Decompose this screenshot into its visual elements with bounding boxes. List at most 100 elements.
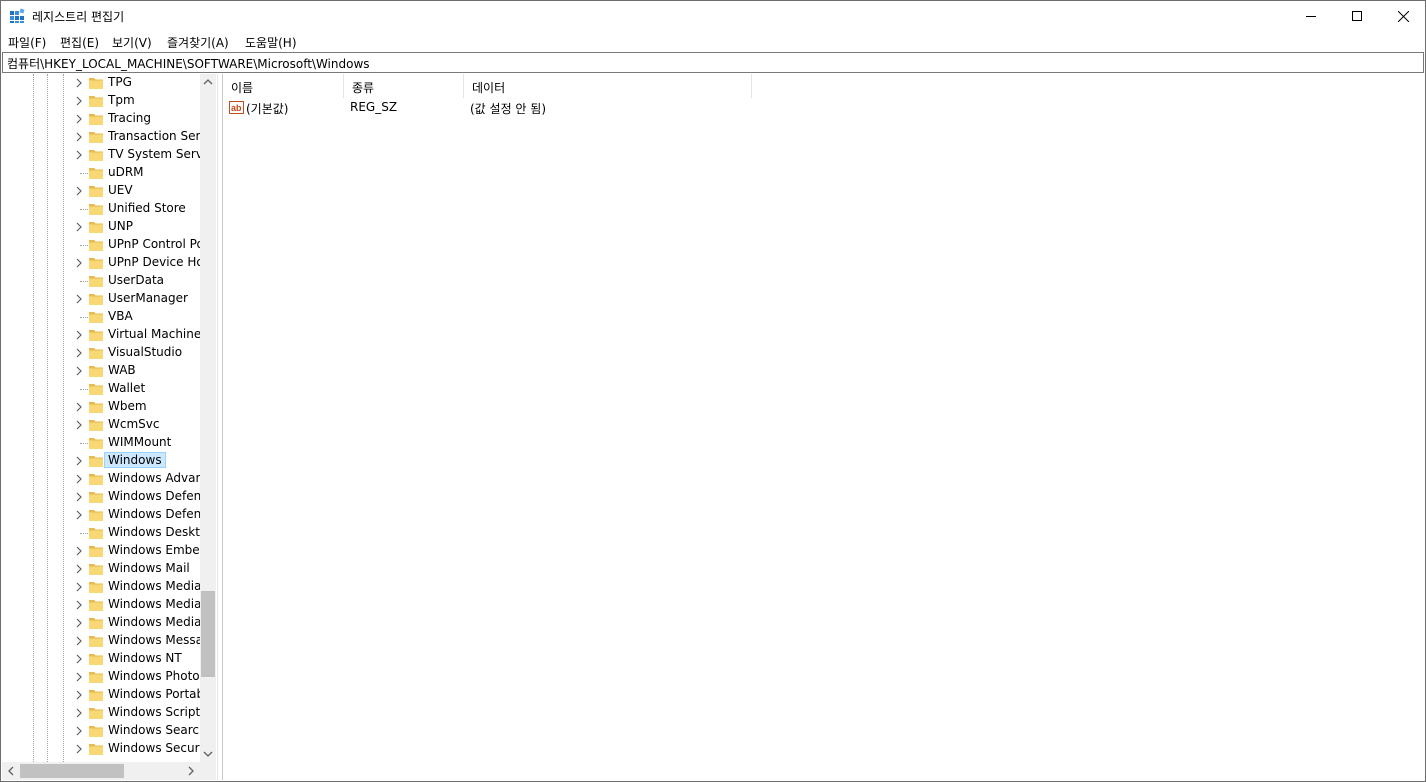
tree-item[interactable]: Tracing <box>2 110 200 128</box>
tree-item[interactable]: TV System Services <box>2 146 200 164</box>
value-list-pane[interactable]: 이름 종류 데이터 ab (기본값) REG_SZ (값 설정 안 됨) <box>222 74 1425 780</box>
tree-item[interactable]: uDRM <box>2 164 200 182</box>
tree-item[interactable]: Virtual Machine <box>2 326 200 344</box>
expand-chevron-icon[interactable] <box>74 545 84 557</box>
maximize-button[interactable] <box>1334 1 1380 31</box>
menu-edit[interactable]: 편집(E) <box>60 34 99 51</box>
expand-chevron-icon[interactable] <box>74 635 84 647</box>
tree-item-label: VisualStudio <box>108 345 183 359</box>
tree-item[interactable]: UPnP Device Host <box>2 254 200 272</box>
expand-chevron-icon[interactable] <box>74 563 84 575</box>
tree-item[interactable]: Wbem <box>2 398 200 416</box>
scroll-left-arrow-icon[interactable] <box>7 766 15 776</box>
tree-item[interactable]: UPnP Control Point <box>2 236 200 254</box>
expand-chevron-icon[interactable] <box>74 113 84 125</box>
tree-vertical-scrollbar[interactable] <box>200 74 216 762</box>
tree-item[interactable]: Windows Media <box>2 578 200 596</box>
expand-chevron-icon[interactable] <box>74 95 84 107</box>
expand-chevron-icon[interactable] <box>74 419 84 431</box>
expand-chevron-icon[interactable] <box>74 725 84 737</box>
address-bar[interactable]: 컴퓨터\HKEY_LOCAL_MACHINE\SOFTWARE\Microsof… <box>2 52 1424 73</box>
expand-chevron-icon[interactable] <box>74 473 84 485</box>
expand-chevron-icon[interactable] <box>74 617 84 629</box>
tree-item[interactable]: Windows Advanced <box>2 470 200 488</box>
menu-view[interactable]: 보기(V) <box>112 34 152 51</box>
tree-item[interactable]: WIMMount <box>2 434 200 452</box>
tree-item[interactable]: Windows <box>2 452 200 470</box>
folder-icon <box>89 492 103 503</box>
tree-item[interactable]: UNP <box>2 218 200 236</box>
expand-chevron-icon[interactable] <box>74 671 84 683</box>
expand-chevron-icon[interactable] <box>74 509 84 521</box>
expand-chevron-icon[interactable] <box>74 347 84 359</box>
tree-item[interactable]: UEV <box>2 182 200 200</box>
horizontal-scroll-thumb[interactable] <box>20 764 124 778</box>
expand-chevron-icon[interactable] <box>74 689 84 701</box>
expand-chevron-icon[interactable] <box>74 257 84 269</box>
tree-horizontal-scrollbar[interactable] <box>2 762 200 780</box>
key-tree-pane[interactable]: TPG Tpm Tracing Transaction Server TV System… <box>2 74 216 780</box>
expand-chevron-icon[interactable] <box>74 365 84 377</box>
value-type: REG_SZ <box>350 100 398 114</box>
expand-chevron-icon[interactable] <box>74 131 84 143</box>
minimize-button[interactable] <box>1288 1 1334 31</box>
tree-item[interactable]: UserManager <box>2 290 200 308</box>
tree-item-label: UPnP Device Host <box>108 255 200 269</box>
menu-help[interactable]: 도움말(H) <box>245 34 297 51</box>
expand-chevron-icon[interactable] <box>74 221 84 233</box>
column-header-data[interactable]: 데이터 <box>464 74 752 98</box>
tree-item[interactable]: Windows Defender <box>2 488 200 506</box>
scroll-right-arrow-icon[interactable] <box>187 766 195 776</box>
expand-chevron-icon[interactable] <box>74 401 84 413</box>
tree-item[interactable]: Transaction Server <box>2 128 200 146</box>
expand-chevron-icon[interactable] <box>74 743 84 755</box>
tree-item[interactable]: Windows Search <box>2 722 200 740</box>
tree-item[interactable]: VisualStudio <box>2 344 200 362</box>
expand-chevron-icon[interactable] <box>74 707 84 719</box>
expand-chevron-icon[interactable] <box>74 149 84 161</box>
tree-item[interactable]: Windows Embedded <box>2 542 200 560</box>
expand-chevron-icon[interactable] <box>74 77 84 89</box>
expand-chevron-icon[interactable] <box>74 455 84 467</box>
tree-item[interactable]: UserData <box>2 272 200 290</box>
tree-item[interactable]: Windows Defender <box>2 506 200 524</box>
scroll-up-arrow-icon[interactable] <box>203 78 213 86</box>
folder-icon <box>89 564 103 575</box>
expand-chevron-icon[interactable] <box>74 329 84 341</box>
tree-item[interactable]: Windows Photo Viewer <box>2 668 200 686</box>
expand-chevron-icon[interactable] <box>74 599 84 611</box>
tree-item[interactable]: Windows Script Host <box>2 704 200 722</box>
column-header-name-label: 이름 <box>231 81 254 95</box>
scroll-down-arrow-icon[interactable] <box>203 750 213 758</box>
address-path[interactable]: 컴퓨터\HKEY_LOCAL_MACHINE\SOFTWARE\Microsof… <box>7 55 370 72</box>
tree-item[interactable]: Tpm <box>2 92 200 110</box>
menu-file[interactable]: 파일(F) <box>8 34 46 51</box>
tree-view[interactable]: TPG Tpm Tracing Transaction Server TV System… <box>2 74 200 762</box>
column-header-name[interactable]: 이름 <box>223 74 344 98</box>
tree-item[interactable]: Windows Portable <box>2 686 200 704</box>
column-header-type[interactable]: 종류 <box>344 74 464 98</box>
tree-item[interactable]: Wallet <box>2 380 200 398</box>
tree-item[interactable]: Windows NT <box>2 650 200 668</box>
tree-item[interactable]: VBA <box>2 308 200 326</box>
expand-chevron-icon[interactable] <box>74 491 84 503</box>
vertical-scroll-thumb[interactable] <box>201 591 215 677</box>
tree-item[interactable]: WAB <box>2 362 200 380</box>
tree-item[interactable]: Unified Store <box>2 200 200 218</box>
tree-item[interactable]: Windows Mail <box>2 560 200 578</box>
tree-item[interactable]: Windows Desktop <box>2 524 200 542</box>
tree-item[interactable]: Windows Media <box>2 596 200 614</box>
close-button[interactable] <box>1380 1 1425 31</box>
menu-favorites[interactable]: 즐겨찾기(A) <box>167 34 229 51</box>
tree-item[interactable]: Windows Messaging <box>2 632 200 650</box>
tree-item[interactable]: WcmSvc <box>2 416 200 434</box>
expand-chevron-icon[interactable] <box>74 185 84 197</box>
tree-item[interactable]: Windows Media <box>2 614 200 632</box>
expand-chevron-icon[interactable] <box>74 581 84 593</box>
tree-item[interactable]: Windows Security <box>2 740 200 758</box>
expand-chevron-icon[interactable] <box>74 653 84 665</box>
folder-icon <box>89 618 103 629</box>
tree-item[interactable]: TPG <box>2 74 200 92</box>
title-bar[interactable]: 레지스트리 편집기 <box>1 1 1425 31</box>
expand-chevron-icon[interactable] <box>74 293 84 305</box>
